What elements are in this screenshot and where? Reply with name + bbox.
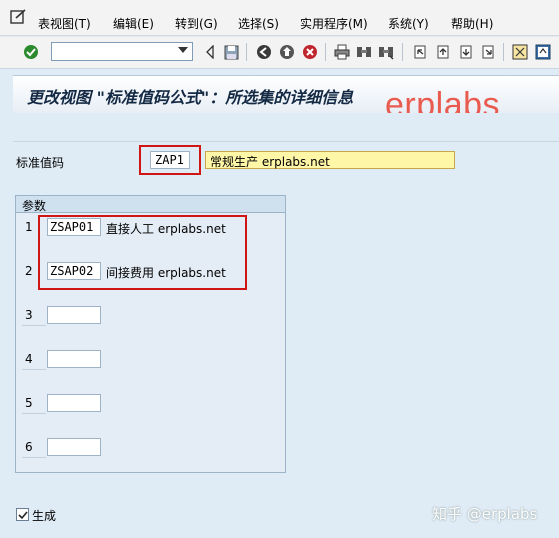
last-page-icon[interactable] — [480, 44, 496, 60]
menu-select[interactable]: 选择(S) — [238, 15, 279, 32]
generate-label: 生成 — [32, 509, 57, 523]
exit-icon[interactable] — [279, 44, 295, 60]
find-next-icon[interactable] — [378, 44, 394, 60]
sap-menu-icon[interactable] — [10, 9, 28, 25]
param-row-number: 6 — [25, 440, 33, 454]
param-row-number: 1 — [25, 220, 33, 234]
menu-goto[interactable]: 转到(G) — [175, 15, 218, 32]
param-code-field[interactable]: ZSAP01 — [47, 218, 101, 236]
row-underline — [22, 457, 46, 458]
param-row-number: 4 — [25, 352, 33, 366]
next-page-icon[interactable] — [458, 44, 474, 60]
checkmark-icon — [17, 510, 28, 519]
param-code-value: ZSAP02 — [50, 264, 94, 278]
param-desc: 直接人工 erplabs.net — [106, 222, 226, 236]
std-code-desc-field[interactable]: 常规生产 erplabs.net — [205, 151, 455, 169]
back-icon[interactable] — [256, 44, 272, 60]
chevron-down-icon[interactable] — [178, 47, 188, 53]
param-code-field[interactable] — [47, 306, 101, 324]
std-code-value: ZAP1 — [155, 153, 184, 167]
toolbar-separator — [246, 43, 247, 61]
menu-bar: 表视图(T) 编辑(E) 转到(G) 选择(S) 实用程序(M) 系统(Y) 帮… — [0, 0, 559, 36]
back-arrow-icon[interactable] — [202, 44, 218, 60]
toolbar-separator — [503, 43, 504, 61]
create-session-icon[interactable] — [512, 44, 528, 60]
params-group-title: 参数 — [16, 196, 285, 213]
prev-page-icon[interactable] — [435, 44, 451, 60]
row-underline — [22, 325, 46, 326]
enter-check-icon[interactable] — [23, 44, 39, 60]
command-field[interactable] — [51, 42, 193, 61]
help-icon[interactable] — [535, 44, 551, 60]
menu-help[interactable]: 帮助(H) — [451, 15, 493, 32]
application-toolbar — [13, 113, 559, 142]
toolbar-separator — [325, 43, 326, 61]
param-code-field[interactable] — [47, 394, 101, 412]
find-icon[interactable] — [356, 44, 372, 60]
menu-utilities[interactable]: 实用程序(M) — [300, 15, 368, 32]
param-code-value: ZSAP01 — [50, 220, 94, 234]
toolbar-separator — [402, 43, 403, 61]
std-code-desc: 常规生产 erplabs.net — [210, 155, 330, 169]
std-code-field[interactable]: ZAP1 — [150, 151, 190, 169]
menu-table-view[interactable]: 表视图(T) — [38, 15, 91, 32]
param-row-number: 5 — [25, 396, 33, 410]
save-icon[interactable] — [223, 44, 239, 60]
std-code-label: 标准值码 — [16, 156, 65, 170]
menu-system[interactable]: 系统(Y) — [388, 15, 429, 32]
menu-edit[interactable]: 编辑(E) — [113, 15, 154, 32]
row-underline — [22, 369, 46, 370]
param-code-field[interactable] — [47, 438, 101, 456]
param-row-number: 2 — [25, 264, 33, 278]
param-code-field[interactable] — [47, 350, 101, 368]
param-desc: 间接费用 erplabs.net — [106, 266, 226, 280]
first-page-icon[interactable] — [412, 44, 428, 60]
footer-watermark: 知乎 @erplabs — [432, 505, 538, 523]
print-icon[interactable] — [334, 44, 350, 60]
page-title: 更改视图 "标准值码公式"：所选集的详细信息 — [27, 88, 354, 107]
param-row-number: 3 — [25, 308, 33, 322]
row-underline — [22, 413, 46, 414]
param-code-field[interactable]: ZSAP02 — [47, 262, 101, 280]
cancel-icon[interactable] — [302, 44, 318, 60]
standard-toolbar — [0, 37, 559, 69]
generate-checkbox[interactable] — [16, 508, 29, 521]
